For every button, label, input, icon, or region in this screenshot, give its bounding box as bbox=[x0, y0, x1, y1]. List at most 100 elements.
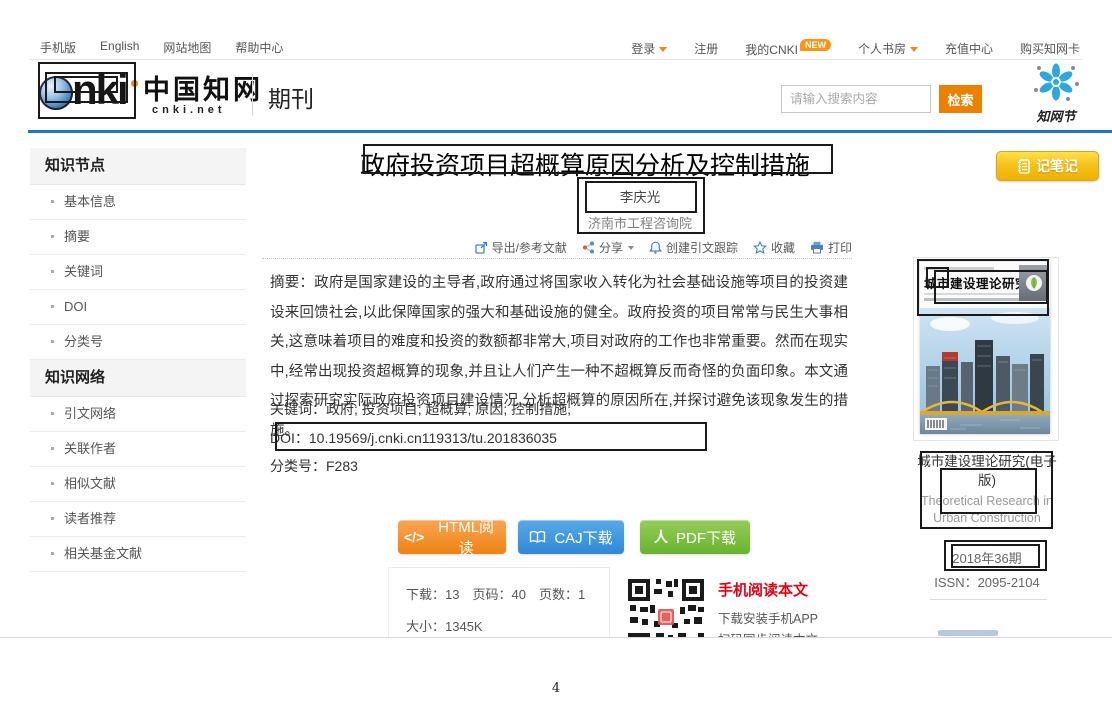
mobile-read-line2: 扫码同步阅读本文 bbox=[718, 629, 818, 637]
top-bar: 手机版 English 网站地图 帮助中心 登录 注册 我的CNKINEW 个人… bbox=[30, 36, 1082, 60]
link-mobile-version[interactable]: 手机版 bbox=[40, 39, 76, 56]
star-icon bbox=[753, 241, 767, 254]
header-divider bbox=[252, 74, 253, 116]
screenshot-bottom-edge bbox=[0, 637, 1112, 638]
article-doi: DOI：10.19569/j.cnki.cn119313/tu.20183603… bbox=[270, 428, 557, 448]
chevron-down-icon bbox=[659, 47, 667, 52]
cnki-logo-dot bbox=[131, 80, 138, 87]
sidebar-item-basic-info[interactable]: 基本信息 bbox=[30, 185, 246, 220]
search-button[interactable]: 检索 bbox=[939, 85, 982, 113]
download-count: 下载：13 bbox=[406, 587, 459, 602]
sidebar-item-related-fund-literature[interactable]: 相关基金文献 bbox=[30, 537, 246, 572]
my-cnki-label: 我的CNKI bbox=[745, 43, 798, 57]
cnki-globe-logo-icon[interactable] bbox=[39, 76, 73, 110]
link-english[interactable]: English bbox=[100, 39, 139, 56]
export-reference-button[interactable]: 导出/参考文献 bbox=[475, 239, 567, 256]
caj-download-button[interactable]: CAJ下载 bbox=[518, 520, 624, 554]
take-note-label: 记笔记 bbox=[1036, 156, 1078, 176]
sidebar-item-related-authors[interactable]: 关联作者 bbox=[30, 432, 246, 467]
personal-library-label: 个人书房 bbox=[858, 42, 906, 56]
journal-name-english: Theoretical Research in Urban Constructi… bbox=[921, 493, 1053, 527]
sidebar-item-abstract[interactable]: 摘要 bbox=[30, 220, 246, 255]
cnki-festival-logo: 知网节 bbox=[1024, 60, 1088, 125]
print-button[interactable]: 打印 bbox=[810, 239, 852, 256]
book-icon bbox=[529, 530, 546, 544]
html-read-label: HTML阅读 bbox=[432, 516, 500, 558]
link-sitemap[interactable]: 网站地图 bbox=[163, 39, 211, 56]
chevron-down-icon bbox=[910, 47, 918, 52]
journal-cover[interactable]: 城市建设理论研究 bbox=[920, 262, 1050, 434]
pdf-reader-icon: 人 bbox=[654, 527, 668, 547]
search-input[interactable] bbox=[781, 85, 931, 113]
bell-icon bbox=[649, 241, 662, 254]
article-action-row: 导出/参考文献 分享 创建引文跟踪 收藏 打印 bbox=[475, 239, 852, 256]
caj-download-label: CAJ下载 bbox=[554, 527, 612, 548]
qr-code bbox=[626, 577, 706, 637]
favorite-button[interactable]: 收藏 bbox=[753, 239, 795, 256]
printer-icon bbox=[810, 241, 824, 254]
stats-row: 下载：13 页码：40 页数：1 bbox=[406, 584, 598, 603]
truncated-link-fragment bbox=[938, 630, 998, 636]
cnki-chinese-name[interactable]: 中国知网 bbox=[143, 68, 263, 107]
notebook-icon bbox=[1017, 159, 1030, 174]
journal-divider bbox=[930, 599, 1047, 600]
sidebar-item-citation-network[interactable]: 引文网络 bbox=[30, 397, 246, 432]
sidebar-item-similar-literature[interactable]: 相似文献 bbox=[30, 467, 246, 502]
left-sidebar: 知识节点 基本信息 摘要 关键词 DOI 分类号 知识网络 引文网络 关联作者 … bbox=[30, 148, 246, 572]
article-keywords: 关键词：政府; 投资项目; 超概算; 原因; 控制措施; bbox=[270, 399, 571, 419]
link-help-center[interactable]: 帮助中心 bbox=[235, 39, 283, 56]
festival-name: 知网节 bbox=[1024, 106, 1088, 125]
top-bar-left-links: 手机版 English 网站地图 帮助中心 bbox=[40, 39, 283, 56]
journal-issue[interactable]: 2018年36期 bbox=[917, 548, 1057, 567]
cnki-domain-text: cnki.net bbox=[152, 104, 226, 116]
export-label: 导出/参考文献 bbox=[492, 239, 567, 256]
register-link[interactable]: 注册 bbox=[694, 40, 718, 57]
journal-cover-header: 城市建设理论研究 bbox=[920, 262, 1050, 308]
article-clc-number: 分类号：F283 bbox=[270, 456, 358, 476]
buy-card-link[interactable]: 购买知网卡 bbox=[1020, 40, 1080, 57]
sidebar-item-reader-recommendation[interactable]: 读者推荐 bbox=[30, 502, 246, 537]
top-bar-right-links: 登录 注册 我的CNKINEW 个人书房 充值中心 购买知网卡 bbox=[631, 39, 1080, 58]
journal-issn: ISSN：2095-2104 bbox=[917, 572, 1057, 591]
sidebar-section-knowledge-network: 知识网络 bbox=[30, 360, 246, 397]
code-icon: </> bbox=[404, 529, 424, 545]
html-read-button[interactable]: </> HTML阅读 bbox=[398, 520, 506, 554]
cnki-logo-text[interactable]: nki bbox=[72, 66, 127, 114]
sidebar-item-clc[interactable]: 分类号 bbox=[30, 325, 246, 360]
document-page-number: 4 bbox=[0, 681, 1112, 696]
pdf-download-label: PDF下载 bbox=[676, 527, 736, 548]
export-icon bbox=[475, 241, 488, 254]
article-institution: 济南市工程咨询院 bbox=[540, 213, 740, 232]
share-label: 分享 bbox=[599, 239, 623, 256]
favorite-label: 收藏 bbox=[771, 239, 795, 256]
citation-tracking-label: 创建引文跟踪 bbox=[666, 239, 738, 256]
file-size: 大小：1345K bbox=[406, 616, 483, 635]
page-number-info: 页码：40 bbox=[472, 587, 525, 602]
sidebar-section-knowledge-node: 知识节点 bbox=[30, 148, 246, 185]
mobile-read-title: 手机阅读本文 bbox=[718, 579, 808, 600]
recharge-link[interactable]: 充值中心 bbox=[945, 40, 993, 57]
journal-publisher-logo bbox=[1019, 265, 1049, 301]
festival-flower-icon bbox=[1024, 60, 1088, 106]
article-title: 政府投资项目超概算原因分析及控制措施 bbox=[290, 146, 880, 182]
personal-library-link[interactable]: 个人书房 bbox=[858, 40, 918, 57]
login-label: 登录 bbox=[631, 42, 655, 56]
mobile-read-line1: 下载安装手机APP bbox=[718, 608, 818, 627]
header-accent-line bbox=[28, 130, 1112, 133]
chevron-down-icon bbox=[628, 246, 634, 250]
sidebar-item-doi[interactable]: DOI bbox=[30, 290, 246, 325]
citation-tracking-button[interactable]: 创建引文跟踪 bbox=[649, 239, 738, 256]
section-title-journal: 期刊 bbox=[268, 80, 314, 114]
journal-name-chinese[interactable]: 城市建设理论研究(电子版) bbox=[917, 452, 1057, 490]
pdf-download-button[interactable]: 人 PDF下载 bbox=[640, 520, 750, 554]
article-author-link[interactable]: 李庆光 bbox=[540, 186, 740, 206]
page-count: 页数：1 bbox=[539, 587, 585, 602]
login-link[interactable]: 登录 bbox=[631, 40, 667, 57]
share-button[interactable]: 分享 bbox=[582, 239, 634, 256]
sidebar-item-keywords[interactable]: 关键词 bbox=[30, 255, 246, 290]
journal-cover-frame: 城市建设理论研究 bbox=[913, 257, 1059, 441]
new-badge: NEW bbox=[800, 39, 831, 51]
take-note-button[interactable]: 记笔记 bbox=[996, 151, 1099, 181]
print-label: 打印 bbox=[828, 239, 852, 256]
my-cnki-link[interactable]: 我的CNKINEW bbox=[745, 39, 831, 58]
